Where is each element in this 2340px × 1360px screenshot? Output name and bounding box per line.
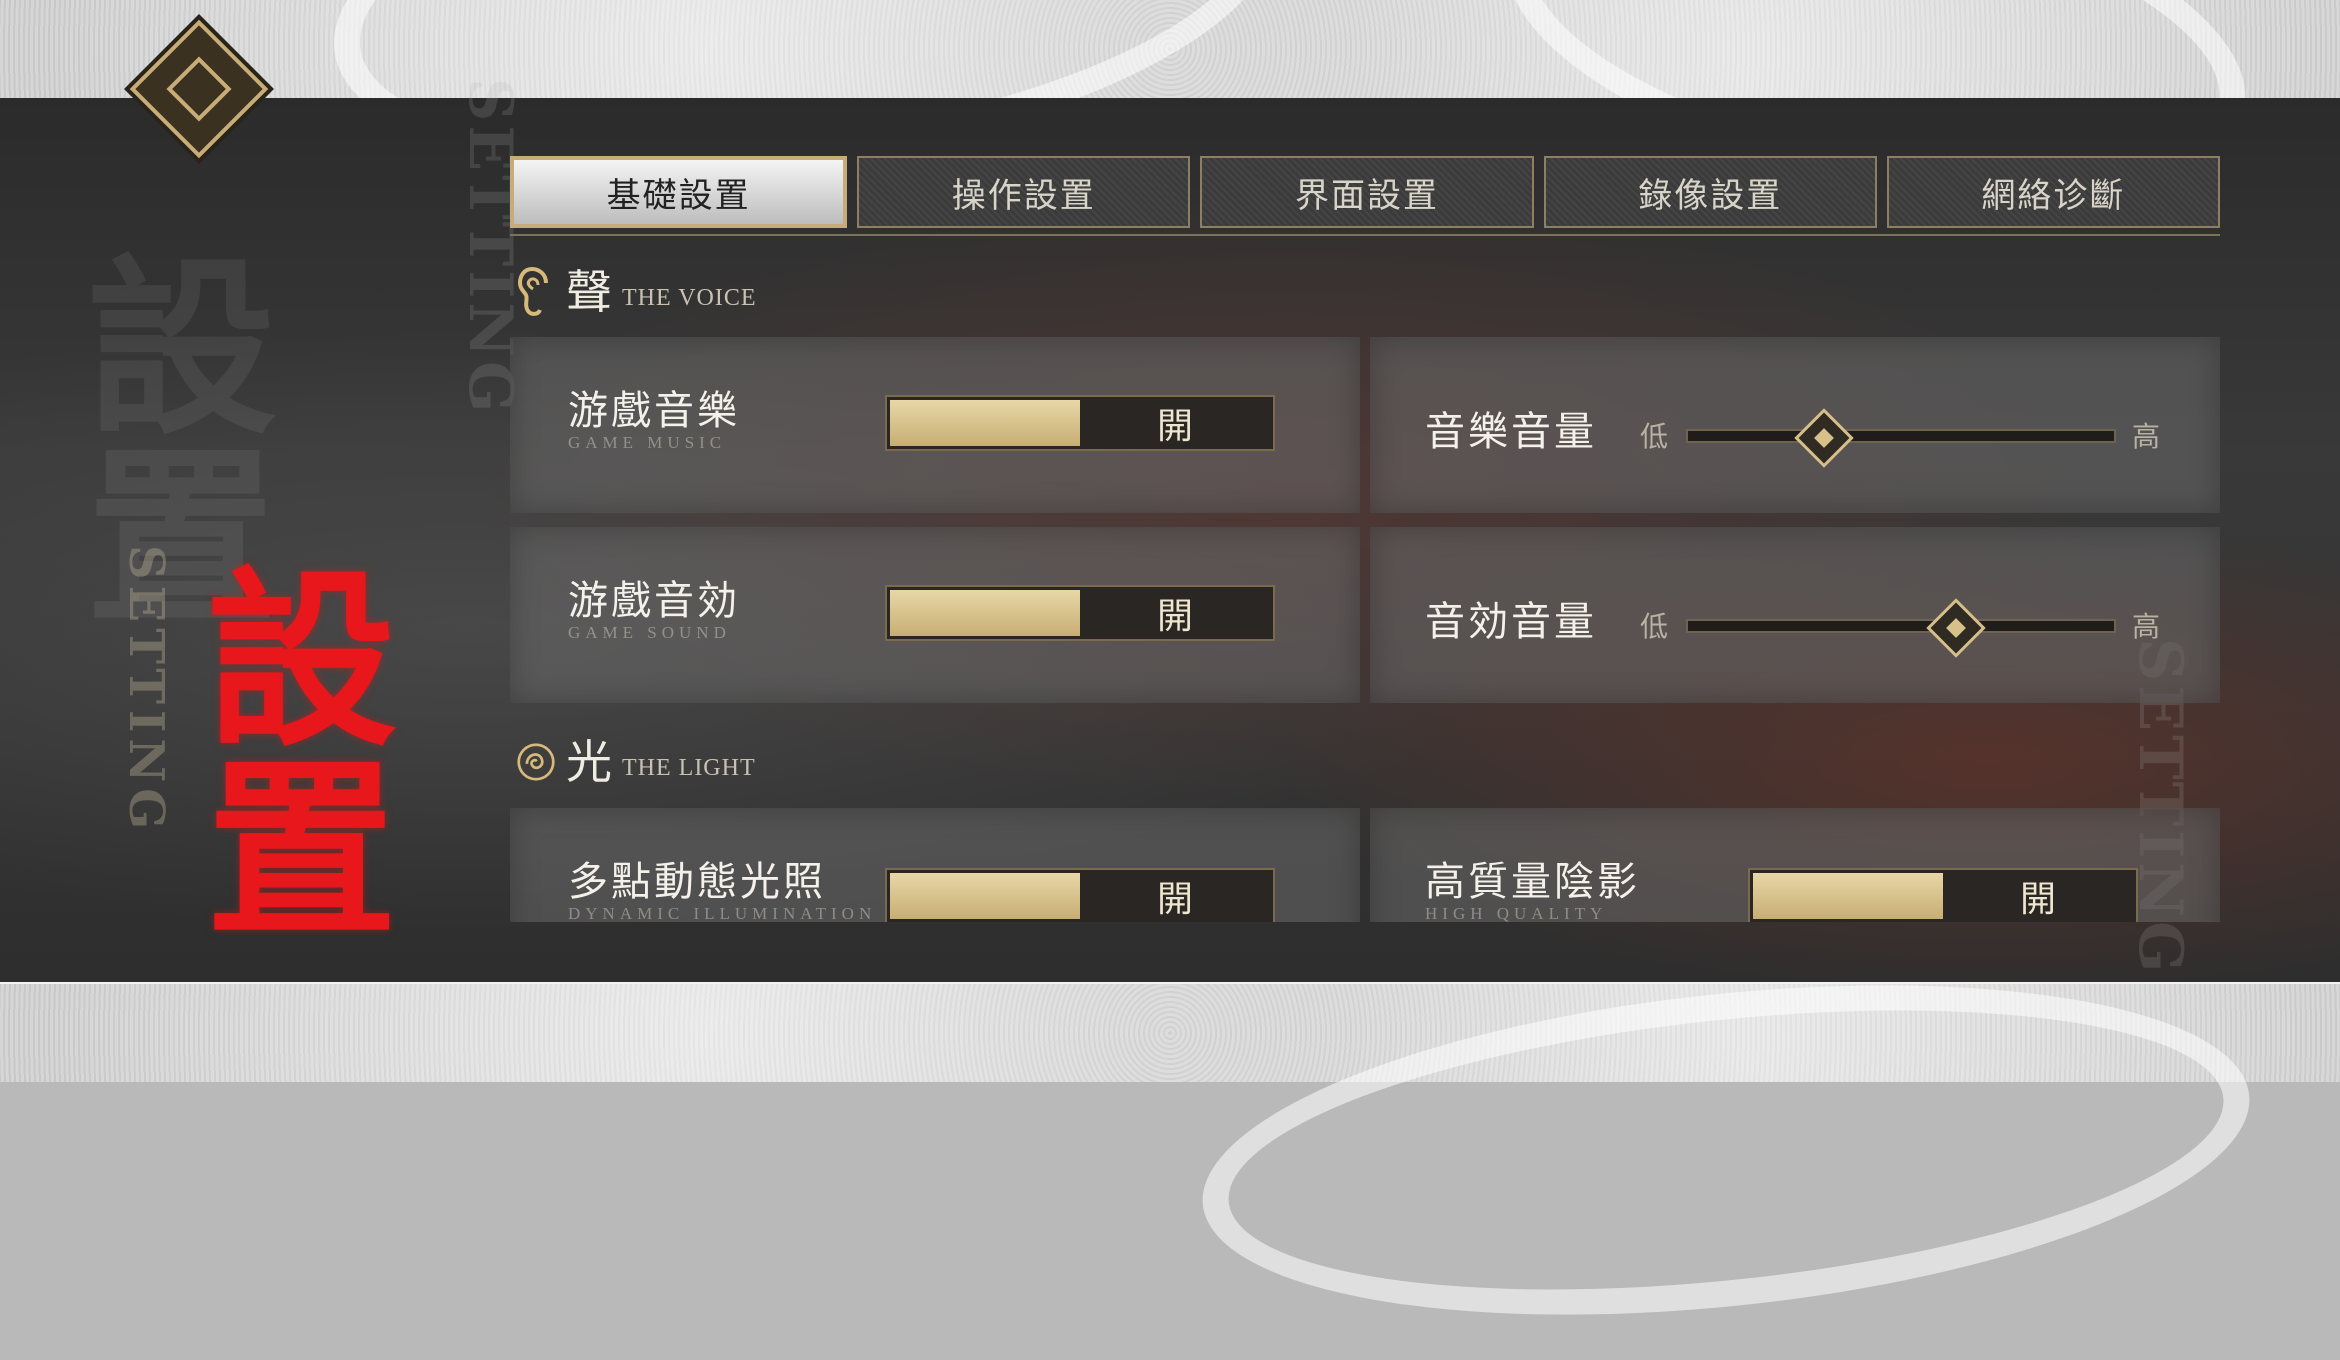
dynamic-lighting-label: 多點動態光照 DYNAMIC ILLUMINATION: [568, 860, 876, 922]
game-music-label-cn: 游戲音樂: [568, 388, 740, 434]
section-voice-subtitle: THE VOICE: [622, 285, 757, 311]
game-music-toggle[interactable]: 開: [885, 395, 1275, 451]
slider-high-label: 高: [2131, 420, 2160, 453]
section-light-header: 光 THE LIGHT: [516, 738, 756, 786]
toggle-state: 開: [1156, 596, 1193, 637]
music-volume-label: 音樂音量: [1425, 409, 1597, 455]
slider-high-label: 高: [2131, 610, 2160, 643]
slider-handle[interactable]: [1794, 408, 1855, 468]
section-light-title: 光: [566, 735, 612, 789]
decorative-swoosh: [1186, 939, 2266, 1360]
shadow-quality-label: 高質量陰影 HIGH QUALITY: [1425, 860, 1640, 922]
slider-handle[interactable]: [1926, 598, 1987, 658]
sound-volume-label: 音効音量: [1425, 599, 1597, 645]
toggle-fill: [890, 400, 1080, 446]
section-voice-title: 聲: [566, 265, 612, 319]
emblem-inner: [166, 56, 232, 122]
page-title: 設置: [174, 560, 397, 940]
toggle-state: 開: [1156, 406, 1193, 447]
toggle-state: 開: [2019, 879, 2056, 920]
slider-track[interactable]: [1686, 408, 2116, 468]
shadow-quality-card: 高質量陰影 HIGH QUALITY 開: [1370, 808, 2220, 922]
ear-icon: [516, 267, 556, 316]
sound-volume-slider: 低 高: [1640, 598, 2160, 658]
toggle-fill: [1753, 873, 1943, 919]
game-sound-toggle[interactable]: 開: [885, 585, 1275, 641]
game-music-label-en: GAME MUSIC: [568, 433, 727, 452]
tab-recording[interactable]: 錄像設置: [1543, 156, 1877, 228]
slider-track[interactable]: [1686, 598, 2116, 658]
music-volume-slider: 低 高: [1640, 408, 2160, 468]
shadow-quality-label-cn: 高質量陰影: [1425, 859, 1640, 905]
sound-volume-card: 音効音量 低 高: [1370, 527, 2220, 703]
game-sound-label-en: GAME SOUND: [568, 623, 731, 642]
game-music-label: 游戲音樂 GAME MUSIC: [568, 389, 740, 453]
light-options-viewport[interactable]: 多點動態光照 DYNAMIC ILLUMINATION 開 高質量陰影 HIGH…: [510, 808, 2220, 922]
tab-basic[interactable]: 基礎設置: [510, 156, 848, 228]
toggle-fill: [890, 873, 1080, 919]
tab-interface[interactable]: 界面設置: [1200, 156, 1534, 228]
dynamic-lighting-card: 多點動態光照 DYNAMIC ILLUMINATION 開: [510, 808, 1360, 922]
slider-low-label: 低: [1640, 420, 1669, 453]
dynamic-lighting-label-en: DYNAMIC ILLUMINATION: [568, 904, 877, 922]
settings-tabs: 基礎設置 操作設置 界面設置 錄像設置 網絡诊斷: [510, 156, 2221, 236]
tabs-divider: [510, 234, 2220, 236]
toggle-fill: [890, 590, 1080, 636]
tab-network[interactable]: 網絡诊斷: [1886, 156, 2221, 228]
game-sound-card: 游戲音効 GAME SOUND 開: [510, 527, 1360, 703]
side-setting-label: SETTING: [118, 545, 174, 836]
dynamic-lighting-label-cn: 多點動態光照: [568, 859, 826, 905]
game-sound-label: 游戲音効 GAME SOUND: [568, 579, 740, 643]
section-voice-header: 聲 THE VOICE: [516, 265, 757, 319]
shadow-quality-label-en: HIGH QUALITY: [1425, 904, 1608, 922]
top-border-band: [0, 0, 2340, 257]
section-light-subtitle: THE LIGHT: [622, 755, 756, 781]
dynamic-lighting-toggle[interactable]: 開: [885, 868, 1275, 922]
bottom-border-band: [0, 939, 2340, 1360]
game-sound-label-cn: 游戲音効: [568, 578, 740, 624]
game-music-card: 游戲音樂 GAME MUSIC 開: [510, 337, 1360, 513]
toggle-state: 開: [1156, 879, 1193, 920]
swirl-icon: [516, 738, 556, 786]
music-volume-card: 音樂音量 低 高: [1370, 337, 2220, 513]
slider-low-label: 低: [1640, 610, 1669, 643]
tab-controls[interactable]: 操作設置: [857, 156, 1191, 228]
shadow-quality-toggle[interactable]: 開: [1748, 868, 2138, 922]
